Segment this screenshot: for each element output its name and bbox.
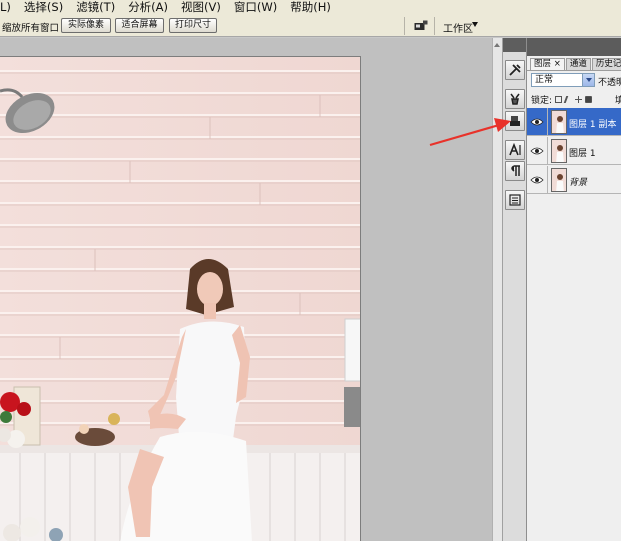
layer-divider [547,108,548,136]
brushes-button[interactable] [505,89,525,109]
document-canvas[interactable] [0,56,361,541]
menu-window[interactable]: 窗口(W) [234,0,277,15]
layer-comps-button[interactable] [505,190,525,210]
tool-preset-button[interactable] [505,60,525,80]
paragraph-icon [511,165,520,176]
layer-thumbnail [551,168,567,192]
opacity-label: 不透明 [598,78,621,88]
tool-preset-icon [509,64,521,76]
fit-screen-button[interactable]: 适合屏幕 [115,18,164,33]
layer-name[interactable]: 图层 1 副本 [569,117,616,130]
layer-thumbnail [551,139,567,163]
clone-source-button[interactable] [505,111,525,131]
lock-position-icon[interactable] [575,96,583,103]
layer-name[interactable]: 背景 [569,175,587,188]
layer-divider [547,166,548,194]
panel-tabs: 图层 × 通道 历史记 [530,58,621,70]
brush-icon [510,93,520,105]
panel-header[interactable] [527,38,621,56]
layer-row[interactable]: 图层 1 副本 [527,108,621,136]
tab-layers[interactable]: 图层 × [530,58,565,70]
layer-row[interactable]: 图层 1 [527,137,621,165]
blend-mode-value: 正常 [535,75,554,85]
clone-source-icon [510,116,520,126]
workspace-icon[interactable] [414,20,428,31]
eye-icon[interactable] [530,146,544,156]
chevron-up-icon[interactable] [494,43,500,47]
chevron-down-icon[interactable] [582,74,594,86]
menu-select[interactable]: 选择(S) [24,0,63,15]
layer-comps-icon [509,194,521,206]
menu-bar: L) 选择(S) 滤镜(T) 分析(A) 视图(V) 窗口(W) 帮助(H) [0,0,621,15]
document-work-area[interactable] [0,38,492,541]
options-separator-2 [434,17,435,35]
menu-help[interactable]: 帮助(H) [290,0,331,15]
options-bar: 缩放所有窗口 实际像素 适合屏幕 打印尺寸 工作区 [0,15,621,37]
panel-collapse-strip[interactable] [492,38,502,541]
eye-icon[interactable] [530,117,544,127]
tab-history[interactable]: 历史记 [591,58,621,70]
options-separator [404,17,405,35]
lock-transparency-icon[interactable] [555,96,563,103]
photo-image [0,57,360,541]
menu-analysis[interactable]: 分析(A) [128,0,168,15]
print-size-button[interactable]: 打印尺寸 [169,18,217,33]
lock-label: 锁定: [531,96,553,106]
menu-filter[interactable]: 滤镜(T) [76,0,115,15]
tab-divider [527,70,621,71]
character-icon [509,143,521,156]
dock-header[interactable] [503,38,527,52]
lock-pixels-icon[interactable] [563,96,574,103]
lock-row: 锁定: [531,93,593,106]
layers-panel: 图层 × 通道 历史记 正常 不透明 锁定: 填 图层 1 副本 图层 1 背景 [526,38,621,541]
zoom-all-windows-label[interactable]: 缩放所有窗口 [2,20,59,34]
layer-divider [547,137,548,165]
chevron-down-icon[interactable] [472,22,478,27]
actual-pixels-button[interactable]: 实际像素 [61,18,111,33]
character-button[interactable] [505,140,525,160]
tab-channels[interactable]: 通道 [565,58,591,70]
layer-name[interactable]: 图层 1 [569,146,596,159]
palette-dock [502,38,527,541]
fill-label: 填 [615,96,621,106]
workspace-menu[interactable]: 工作区 [443,20,473,35]
layer-row[interactable]: 背景 [527,166,621,194]
lock-icon[interactable] [585,96,593,103]
layer-thumbnail [551,110,567,134]
blend-mode-select[interactable]: 正常 [531,73,595,87]
menu-layer[interactable]: L) [0,0,11,15]
eye-icon[interactable] [530,175,544,185]
menu-view[interactable]: 视图(V) [181,0,221,15]
paragraph-button[interactable] [505,161,525,181]
